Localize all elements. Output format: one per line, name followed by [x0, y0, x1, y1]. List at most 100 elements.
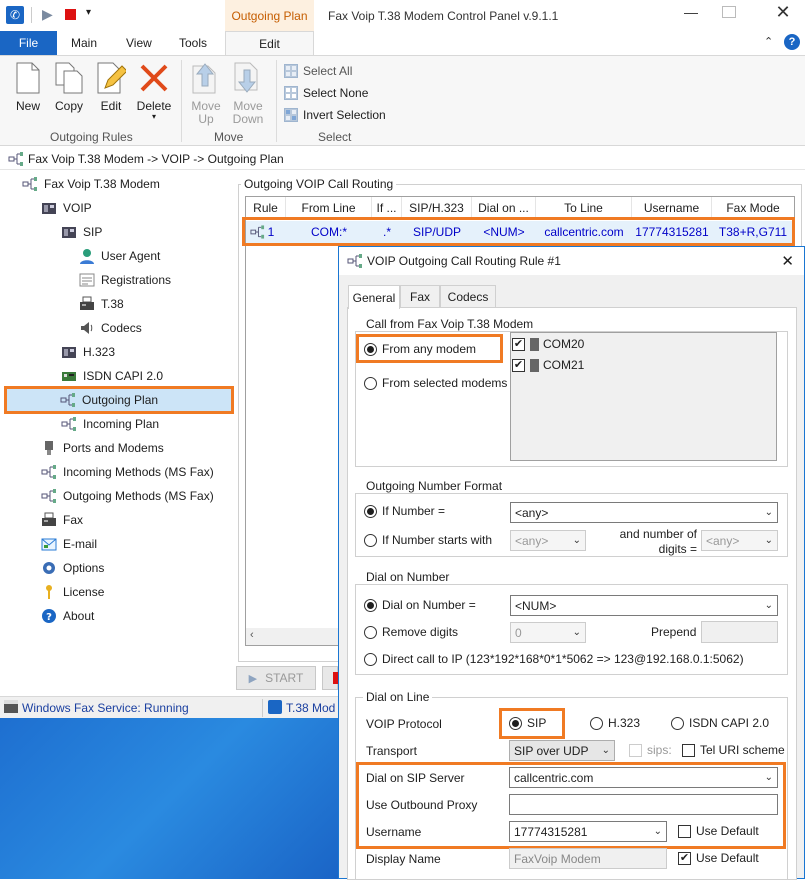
remove-digits-combo[interactable]: 0 ⌄: [510, 622, 586, 643]
tree-item-incoming-plan[interactable]: Incoming Plan: [61, 413, 159, 435]
tree-item-outgoing-methods[interactable]: Outgoing Methods (MS Fax): [41, 485, 214, 507]
tree-item-h323[interactable]: H.323: [61, 341, 115, 363]
column-header-from-line[interactable]: From Line: [286, 197, 372, 219]
column-label: If ...: [376, 201, 397, 215]
modem-list[interactable]: [510, 332, 777, 461]
new-button[interactable]: New: [8, 62, 48, 124]
play-icon[interactable]: ▶: [42, 6, 58, 22]
copy-button[interactable]: Copy: [49, 62, 89, 124]
horizontal-scrollbar[interactable]: ‹: [246, 628, 340, 645]
minimize-button[interactable]: —: [676, 4, 706, 26]
tree-item-options[interactable]: Options: [41, 557, 104, 579]
if-number-radio[interactable]: If Number =: [364, 504, 445, 518]
tree-item-root[interactable]: Fax Voip T.38 Modem: [22, 173, 160, 195]
customize-quick-access-icon[interactable]: ▾: [86, 7, 91, 18]
radio-label: Direct call to IP (123*192*168*0*1*5062 …: [382, 652, 744, 666]
tab-view-label: View: [126, 36, 152, 50]
tree-item-incoming-methods[interactable]: Incoming Methods (MS Fax): [41, 461, 214, 483]
scroll-left-icon[interactable]: ‹: [250, 629, 254, 641]
tree-item-user-agent[interactable]: User Agent: [79, 245, 160, 267]
display-name-label: Display Name: [366, 852, 441, 866]
dial-on-number-combo[interactable]: <NUM> ⌄: [510, 595, 778, 616]
starts-with-combo[interactable]: <any> ⌄: [510, 530, 586, 551]
tree-item-voip[interactable]: VOIP: [41, 197, 92, 219]
tree-item-label: Outgoing Methods (MS Fax): [63, 489, 214, 503]
protocol-isdn-radio[interactable]: ISDN CAPI 2.0: [671, 716, 769, 730]
display-name-input[interactable]: FaxVoip Modem: [509, 848, 667, 869]
tab-fax[interactable]: Fax: [400, 285, 440, 307]
stop-button[interactable]: [322, 666, 339, 690]
transport-combo[interactable]: SIP over UDP ⌄: [509, 740, 615, 761]
tree-item-license[interactable]: License: [41, 581, 104, 603]
direct-call-radio[interactable]: Direct call to IP (123*192*168*0*1*5062 …: [364, 652, 744, 666]
radio-indicator: [671, 716, 684, 730]
remove-digits-radio[interactable]: Remove digits: [364, 625, 458, 639]
move-up-icon: [192, 63, 216, 94]
column-header-fax-mode[interactable]: Fax Mode: [712, 197, 794, 219]
select-all-button[interactable]: Select All: [284, 62, 352, 80]
tree-item-sip[interactable]: SIP: [61, 221, 102, 243]
start-button[interactable]: ▶ START: [236, 666, 316, 690]
tab-view[interactable]: View: [126, 36, 152, 50]
column-header-sip-h323[interactable]: SIP/H.323: [402, 197, 472, 219]
prepend-input[interactable]: [701, 621, 778, 643]
move-down-button[interactable]: Move Down: [228, 62, 268, 126]
tab-tools[interactable]: Tools: [179, 36, 207, 50]
radio-label: Remove digits: [382, 625, 459, 639]
tree-item-isdn[interactable]: ISDN CAPI 2.0: [61, 365, 163, 387]
invert-selection-button[interactable]: Invert Selection: [284, 106, 386, 124]
app-icon[interactable]: ✆: [6, 6, 24, 24]
radio-label: SIP: [527, 716, 547, 730]
tab-codecs[interactable]: Codecs: [440, 285, 496, 307]
sip-server-combo[interactable]: callcentric.com ⌄: [509, 767, 778, 788]
select-none-button[interactable]: Select None: [284, 84, 368, 102]
tab-main[interactable]: Main: [71, 36, 97, 50]
column-header-if[interactable]: If ...: [372, 197, 402, 219]
digits-combo[interactable]: <any> ⌄: [701, 530, 778, 551]
protocol-sip-radio[interactable]: SIP: [509, 716, 546, 730]
column-header-to-line[interactable]: To Line: [536, 197, 632, 219]
username-use-default-checkbox[interactable]: Use Default: [678, 824, 759, 838]
if-number-combo[interactable]: <any> ⌄: [510, 502, 778, 523]
tree-item-registrations[interactable]: Registrations: [79, 269, 171, 291]
sips-checkbox[interactable]: sips:: [629, 743, 672, 757]
breadcrumb-text: Fax Voip T.38 Modem -> VOIP -> Outgoing …: [28, 151, 284, 166]
column-header-rule[interactable]: Rule: [246, 197, 286, 219]
checkbox-indicator: [682, 743, 695, 757]
close-window-button[interactable]: ✕: [768, 2, 798, 26]
from-selected-modems-radio[interactable]: From selected modems: [364, 376, 507, 390]
column-header-dial-on[interactable]: Dial on ...: [472, 197, 536, 219]
tab-general[interactable]: General: [348, 285, 400, 309]
dialog-close-button[interactable]: ✕: [781, 252, 794, 270]
delete-button[interactable]: Delete ▾: [133, 62, 175, 124]
username-combo[interactable]: 17774315281 ⌄: [509, 821, 667, 842]
tab-edit[interactable]: Edit: [225, 31, 314, 56]
tree-item-ports[interactable]: Ports and Modems: [41, 437, 164, 459]
tree-item-fax[interactable]: Fax: [41, 509, 83, 531]
modem-checkbox-com20[interactable]: ✔ COM20: [512, 337, 584, 351]
tree-item-about[interactable]: ? About: [41, 605, 94, 627]
column-header-username[interactable]: Username: [632, 197, 712, 219]
starts-with-radio[interactable]: If Number starts with: [364, 533, 492, 547]
collapse-ribbon-icon[interactable]: ⌃: [764, 35, 773, 48]
tree-item-outgoing-plan[interactable]: Outgoing Plan: [4, 386, 234, 414]
tel-uri-checkbox[interactable]: Tel URI scheme: [682, 743, 785, 757]
from-any-modem-radio[interactable]: From any modem: [364, 342, 476, 356]
tab-file[interactable]: File: [0, 31, 57, 55]
routing-icon: [347, 254, 362, 268]
tree-item-email[interactable]: E-mail: [41, 533, 97, 555]
tree-item-codecs[interactable]: Codecs: [79, 317, 142, 339]
display-name-use-default-checkbox[interactable]: ✔ Use Default: [678, 851, 759, 865]
protocol-h323-radio[interactable]: H.323: [590, 716, 640, 730]
edit-button[interactable]: Edit: [91, 62, 131, 124]
dial-on-number-radio[interactable]: Dial on Number =: [364, 598, 476, 612]
outbound-proxy-input[interactable]: [509, 794, 778, 815]
tree-item-t38[interactable]: T.38: [79, 293, 124, 315]
stop-icon[interactable]: [65, 9, 76, 20]
move-up-button[interactable]: Move Up: [186, 62, 226, 126]
port-icon: [45, 441, 53, 455]
help-icon[interactable]: ?: [784, 34, 800, 50]
maximize-button[interactable]: [722, 6, 736, 18]
speaker-icon: [81, 322, 93, 334]
modem-checkbox-com21[interactable]: ✔ COM21: [512, 358, 584, 372]
